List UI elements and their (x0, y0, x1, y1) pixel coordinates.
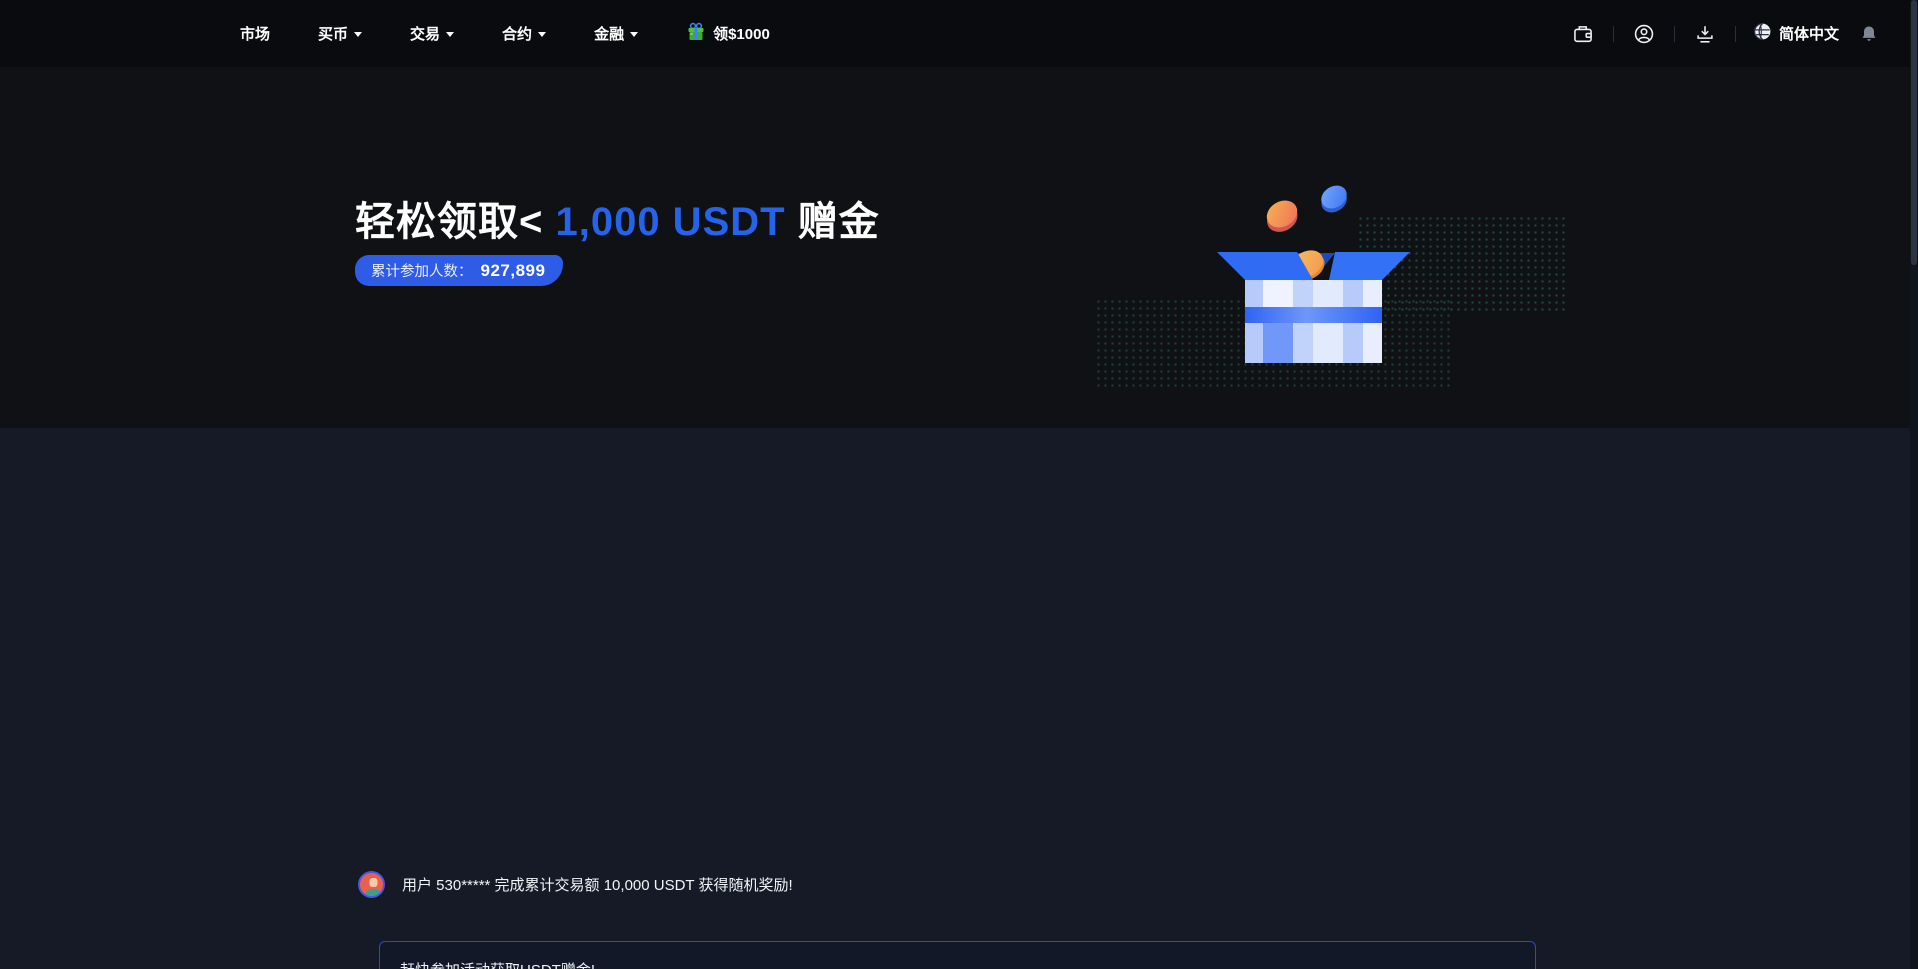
language-label: 简体中文 (1779, 23, 1839, 44)
scrollbar-thumb[interactable] (1911, 0, 1917, 265)
page: 市场 买币 交易 合约 金融 (0, 0, 1918, 969)
nav-item-label: 交易 (410, 23, 440, 44)
bell-icon[interactable] (1856, 21, 1882, 47)
nav-item-label: 市场 (240, 23, 270, 44)
nav-item-label: 买币 (318, 23, 348, 44)
hero-title: 轻松领取< 1,000 USDT 赠金 (355, 189, 880, 247)
nav-claim-1000-button[interactable]: 领$1000 (686, 22, 770, 46)
nav-item-trade[interactable]: 交易 (410, 23, 454, 44)
giftbox-illustration (1080, 150, 1580, 410)
chevron-down-icon (538, 32, 546, 37)
winner-message: 用户 530***** 完成累计交易额 10,000 USDT 获得随机奖励! (402, 874, 793, 895)
divider (1735, 26, 1736, 42)
giftbox-graphic (1080, 150, 1580, 410)
globe-icon (1753, 22, 1772, 45)
nav-item-finance[interactable]: 金融 (594, 23, 638, 44)
hero-title-part1: 轻松领取< (355, 200, 543, 244)
divider (1674, 26, 1675, 42)
nav-claim-label: 领$1000 (713, 23, 770, 44)
participants-label: 累计参加人数： (371, 260, 473, 281)
nav-item-buy[interactable]: 买币 (318, 23, 362, 44)
nav-right-tools: 简体中文 (1570, 0, 1882, 67)
hero-title-highlight: 1,000 USDT (543, 200, 797, 244)
participants-count: 927,899 (481, 261, 546, 281)
scrollbar-track[interactable] (1910, 0, 1918, 969)
winner-avatar (358, 871, 385, 898)
participants-badge: 累计参加人数： 927,899 (355, 255, 563, 286)
chevron-down-icon (354, 32, 362, 37)
hero-title-part2: 赠金 (798, 200, 880, 244)
nav-item-contracts[interactable]: 合约 (502, 23, 546, 44)
chevron-down-icon (630, 32, 638, 37)
top-nav: 市场 买币 交易 合约 金融 (0, 0, 1918, 67)
chevron-down-icon (446, 32, 454, 37)
nav-item-market[interactable]: 市场 (240, 23, 270, 44)
winner-ticker: 用户 530***** 完成累计交易额 10,000 USDT 获得随机奖励! (358, 871, 793, 898)
main-content: 用户 530***** 完成累计交易额 10,000 USDT 获得随机奖励! … (0, 428, 1918, 969)
nav-item-label: 合约 (502, 23, 532, 44)
gift-icon (686, 22, 706, 46)
nav-item-label: 金融 (594, 23, 624, 44)
activity-message-box: 赶快参加活动获取USDT赠金! (379, 941, 1536, 969)
hero-banner: 轻松领取< 1,000 USDT 赠金 累计参加人数： 927,899 (0, 67, 1918, 428)
user-icon[interactable] (1631, 21, 1657, 47)
download-icon[interactable] (1692, 21, 1718, 47)
nav-menu: 市场 买币 交易 合约 金融 (240, 22, 770, 46)
divider (1613, 26, 1614, 42)
activity-message: 赶快参加活动获取USDT赠金! (400, 959, 595, 969)
wallet-icon[interactable] (1570, 21, 1596, 47)
language-selector[interactable]: 简体中文 (1753, 22, 1839, 45)
